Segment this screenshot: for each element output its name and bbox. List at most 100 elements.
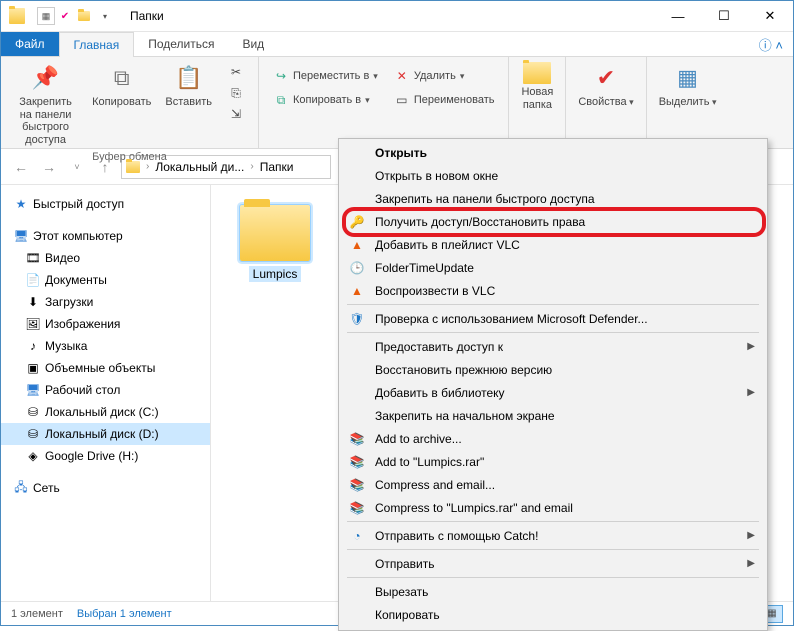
tab-share[interactable]: Поделиться <box>134 32 228 56</box>
qat-dropdown[interactable]: ▾ <box>96 7 114 25</box>
ctx-add-vlc[interactable]: ▲Добавить в плейлист VLC <box>341 233 765 256</box>
sidebar-label: Локальный диск (D:) <box>45 427 159 441</box>
music-icon: ♪ <box>25 338 41 354</box>
ctx-cut[interactable]: Вырезать <box>341 580 765 603</box>
ctx-take-ownership[interactable]: 🔑Получить доступ/Восстановить права <box>341 210 765 233</box>
moveto-button[interactable]: ↪Переместить в <box>269 66 382 86</box>
sidebar-network[interactable]: 🖧 Сеть <box>1 477 210 499</box>
sidebar-quick-access[interactable]: ★Быстрый доступ <box>1 193 210 215</box>
rar-icon: 📚 <box>349 477 365 493</box>
rename-button[interactable]: ▭Переименовать <box>390 90 499 110</box>
ctx-pin-start[interactable]: Закрепить на начальном экране <box>341 404 765 427</box>
sidebar-this-pc[interactable]: 🖥Этот компьютер <box>1 225 210 247</box>
sidebar-label: Объемные объекты <box>45 361 155 375</box>
qat-item[interactable]: ✔ <box>56 7 74 25</box>
ctx-defender[interactable]: 🛡Проверка с использованием Microsoft Def… <box>341 307 765 330</box>
ctx-give-access[interactable]: Предоставить доступ к▶ <box>341 335 765 358</box>
ctx-label: Compress to "Lumpics.rar" and email <box>375 501 573 515</box>
crumb-folder[interactable]: Папки <box>260 160 294 174</box>
tab-view[interactable]: Вид <box>228 32 278 56</box>
ribbon-tabs: Файл Главная Поделиться Вид ⓘ ˄ <box>1 32 793 57</box>
ctx-open[interactable]: Открыть <box>341 141 765 164</box>
ribbon: 📌 Закрепить на панели быстрого доступа ⧉… <box>1 57 793 149</box>
sidebar-item-3d[interactable]: ▣ Объемные объекты <box>1 357 210 379</box>
copypath-mini[interactable]: ⎘ <box>224 83 248 103</box>
close-button[interactable]: ✕ <box>747 1 793 32</box>
cube-icon: ▣ <box>25 360 41 376</box>
copy-button[interactable]: ⧉ Копировать <box>86 60 157 149</box>
gdrive-icon: ◈ <box>25 448 41 464</box>
ctx-add-library[interactable]: Добавить в библиотеку▶ <box>341 381 765 404</box>
ctx-play-vlc[interactable]: ▲Воспроизвести в VLC <box>341 279 765 302</box>
maximize-button[interactable]: ☐ <box>701 1 747 32</box>
sidebar-item-pictures[interactable]: 🖼Изображения <box>1 313 210 335</box>
download-icon: ⬇ <box>25 294 41 310</box>
qat-item[interactable]: ▦ <box>37 7 55 25</box>
select-button[interactable]: ▦ Выделить <box>653 60 723 111</box>
paste-button[interactable]: 📋 Вставить <box>159 60 218 149</box>
ctx-label: Копировать <box>375 608 440 622</box>
ribbon-group-organize: ↪Переместить в ⧉Копировать в ✕Удалить ▭П… <box>259 57 509 148</box>
qat-item[interactable] <box>75 7 93 25</box>
sidebar-item-disk-d[interactable]: ⛁ Локальный диск (D:) <box>1 423 210 445</box>
ctx-send[interactable]: Отправить▶ <box>341 552 765 575</box>
ctx-label: Открыть в новом окне <box>375 169 498 183</box>
ctx-label: Add to archive... <box>375 432 462 446</box>
sidebar-item-documents[interactable]: 📄Документы <box>1 269 210 291</box>
ctx-label: Воспроизвести в VLC <box>375 284 495 298</box>
sidebar-item-video[interactable]: 🎞Видео <box>1 247 210 269</box>
delete-button[interactable]: ✕Удалить <box>390 66 499 86</box>
sidebar-item-gdrive[interactable]: ◈Google Drive (H:) <box>1 445 210 467</box>
ctx-label: Compress and email... <box>375 478 495 492</box>
ctx-foldertimeupdate[interactable]: 🕒FolderTimeUpdate <box>341 256 765 279</box>
shortcut-icon: ⇲ <box>228 106 244 122</box>
select-icon: ▦ <box>672 62 704 94</box>
doc-icon: 📄 <box>25 272 41 288</box>
status-count: 1 элемент <box>11 608 63 620</box>
video-icon: 🎞 <box>25 250 41 266</box>
sidebar-item-music[interactable]: ♪Музыка <box>1 335 210 357</box>
sidebar-label: Сеть <box>33 481 60 495</box>
submenu-arrow-icon: ▶ <box>747 558 755 569</box>
copy-label: Копировать <box>92 96 151 109</box>
sidebar-label: Быстрый доступ <box>33 197 124 211</box>
copyto-icon: ⧉ <box>273 92 289 108</box>
scissors-icon: ✂ <box>228 64 244 80</box>
pasteshort-mini[interactable]: ⇲ <box>224 104 248 124</box>
ctx-copy[interactable]: Копировать <box>341 603 765 626</box>
quick-access-toolbar: ▦ ✔ ▾ <box>37 7 114 25</box>
cut-mini[interactable]: ✂ <box>224 62 248 82</box>
drive-icon: ⛁ <box>25 426 41 442</box>
tab-home[interactable]: Главная <box>59 32 135 57</box>
ctx-label: FolderTimeUpdate <box>375 261 474 275</box>
minimize-button[interactable]: ― <box>655 1 701 32</box>
ctx-compress-rar-email[interactable]: 📚Compress to "Lumpics.rar" and email <box>341 496 765 519</box>
sidebar-item-desktop[interactable]: 🖥Рабочий стол <box>1 379 210 401</box>
drive-icon: ⛁ <box>25 404 41 420</box>
ctx-pin-quick[interactable]: Закрепить на панели быстрого доступа <box>341 187 765 210</box>
ctx-restore-prev[interactable]: Восстановить прежнюю версию <box>341 358 765 381</box>
ctx-add-archive[interactable]: 📚Add to archive... <box>341 427 765 450</box>
ctx-compress-email[interactable]: 📚 Compress and email... <box>341 473 765 496</box>
submenu-arrow-icon: ▶ <box>747 387 755 398</box>
folder-item[interactable]: Lumpics <box>231 205 319 283</box>
sidebar-label: Изображения <box>45 317 120 331</box>
ctx-send-catch[interactable]: ◔Отправить с помощью Catch!▶ <box>341 524 765 547</box>
sidebar-label: Рабочий стол <box>45 383 120 397</box>
navigation-pane: ★Быстрый доступ 🖥Этот компьютер 🎞Видео 📄… <box>1 185 211 601</box>
delete-icon: ✕ <box>394 68 410 84</box>
ctx-open-new[interactable]: Открыть в новом окне <box>341 164 765 187</box>
copyto-button[interactable]: ⧉Копировать в <box>269 90 382 110</box>
catch-icon: ◔ <box>349 528 365 544</box>
pin-button[interactable]: 📌 Закрепить на панели быстрого доступа <box>7 60 84 149</box>
sidebar-item-disk-c[interactable]: ⛁Локальный диск (C:) <box>1 401 210 423</box>
ctx-label: Отправить с помощью Catch! <box>375 529 538 543</box>
ctx-label: Закрепить на панели быстрого доступа <box>375 192 595 206</box>
tab-file[interactable]: Файл <box>1 32 59 56</box>
sidebar-item-downloads[interactable]: ⬇Загрузки <box>1 291 210 313</box>
ribbon-help-icon[interactable]: ⓘ ˄ <box>749 32 793 56</box>
network-icon: 🖧 <box>13 480 29 496</box>
newfolder-button[interactable]: Новая папка <box>515 60 559 113</box>
ctx-add-rar[interactable]: 📚Add to "Lumpics.rar" <box>341 450 765 473</box>
properties-button[interactable]: ✔ Свойства <box>572 60 639 111</box>
